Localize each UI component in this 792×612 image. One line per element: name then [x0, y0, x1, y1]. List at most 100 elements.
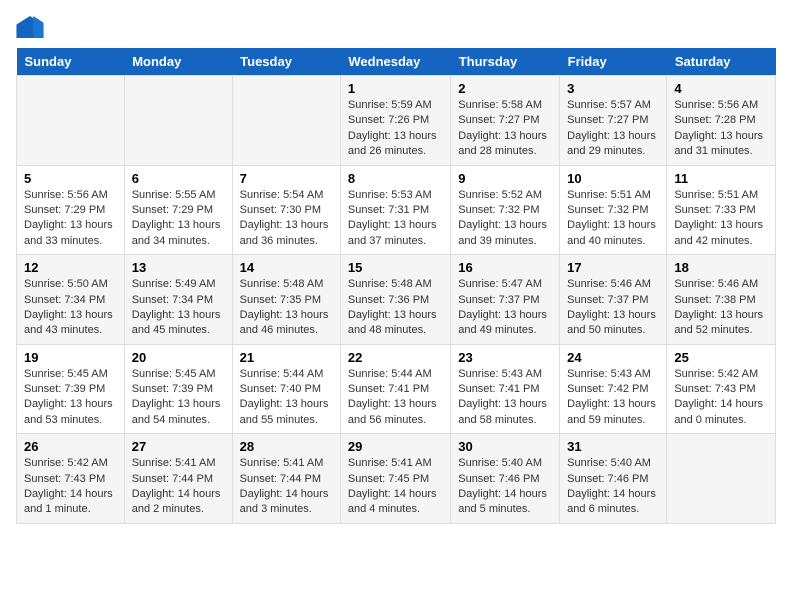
cell-info: Sunrise: 5:42 AM Sunset: 7:43 PM Dayligh… — [674, 367, 768, 429]
cell-info: Sunrise: 5:47 AM Sunset: 7:37 PM Dayligh… — [458, 277, 552, 339]
calendar-cell: 7Sunrise: 5:54 AM Sunset: 7:30 PM Daylig… — [232, 165, 340, 255]
day-number: 27 — [132, 439, 225, 454]
cell-info: Sunrise: 5:48 AM Sunset: 7:36 PM Dayligh… — [348, 277, 443, 339]
cell-info: Sunrise: 5:41 AM Sunset: 7:45 PM Dayligh… — [348, 456, 443, 518]
calendar-cell: 13Sunrise: 5:49 AM Sunset: 7:34 PM Dayli… — [124, 255, 232, 345]
calendar-cell: 1 Sunrise: 5:59 AM Sunset: 7:26 PM Daylig… — [340, 76, 450, 166]
calendar-cell: 14Sunrise: 5:48 AM Sunset: 7:35 PM Dayli… — [232, 255, 340, 345]
cell-info: Sunrise: 5:42 AM Sunset: 7:43 PM Dayligh… — [24, 456, 117, 518]
calendar-cell: 12Sunrise: 5:50 AM Sunset: 7:34 PM Dayli… — [17, 255, 125, 345]
cell-info: Sunrise: 5:55 AM Sunset: 7:29 PM Dayligh… — [132, 188, 225, 250]
weekday-header-friday: Friday — [560, 48, 667, 76]
day-number: 7 — [240, 171, 333, 186]
day-number: 17 — [567, 260, 659, 275]
day-number: 18 — [674, 260, 768, 275]
cell-info: Sunrise: 5:41 AM Sunset: 7:44 PM Dayligh… — [132, 456, 225, 518]
calendar-cell: 22Sunrise: 5:44 AM Sunset: 7:41 PM Dayli… — [340, 344, 450, 434]
calendar-cell: 6 Sunrise: 5:55 AM Sunset: 7:29 PM Daylig… — [124, 165, 232, 255]
calendar-cell: 19 Sunrise: 5:45 AM Sunset: 7:39 PM Dayli… — [17, 344, 125, 434]
day-number: 19 — [24, 350, 117, 365]
calendar-cell: 21 Sunrise: 5:44 AM Sunset: 7:40 PM Dayli… — [232, 344, 340, 434]
day-number: 28 — [240, 439, 333, 454]
calendar-cell: 18 Sunrise: 5:46 AM Sunset: 7:38 PM Dayli… — [667, 255, 776, 345]
day-number: 5 — [24, 171, 117, 186]
cell-info: Sunrise: 5:57 AM Sunset: 7:27 PM Dayligh… — [567, 98, 659, 160]
cell-info: Sunrise: 5:51 AM Sunset: 7:33 PM Dayligh… — [674, 188, 768, 250]
calendar-cell: 20 Sunrise: 5:45 AM Sunset: 7:39 PM Dayli… — [124, 344, 232, 434]
calendar-cell: 3 Sunrise: 5:57 AM Sunset: 7:27 PM Daylig… — [560, 76, 667, 166]
day-number: 9 — [458, 171, 552, 186]
calendar-cell: 5 Sunrise: 5:56 AM Sunset: 7:29 PM Daylig… — [17, 165, 125, 255]
day-number: 30 — [458, 439, 552, 454]
calendar-cell: 10 Sunrise: 5:51 AM Sunset: 7:32 PM Dayli… — [560, 165, 667, 255]
day-number: 4 — [674, 81, 768, 96]
day-number: 1 — [348, 81, 443, 96]
calendar-cell: 4 Sunrise: 5:56 AM Sunset: 7:28 PM Daylig… — [667, 76, 776, 166]
weekday-header-monday: Monday — [124, 48, 232, 76]
calendar-cell: 8Sunrise: 5:53 AM Sunset: 7:31 PM Daylig… — [340, 165, 450, 255]
day-number: 16 — [458, 260, 552, 275]
calendar-week-2: 5 Sunrise: 5:56 AM Sunset: 7:29 PM Daylig… — [17, 165, 776, 255]
calendar-cell: 17Sunrise: 5:46 AM Sunset: 7:37 PM Dayli… — [560, 255, 667, 345]
calendar-cell: 27 Sunrise: 5:41 AM Sunset: 7:44 PM Dayli… — [124, 434, 232, 524]
weekday-header-saturday: Saturday — [667, 48, 776, 76]
weekday-header-sunday: Sunday — [17, 48, 125, 76]
day-number: 26 — [24, 439, 117, 454]
cell-info: Sunrise: 5:50 AM Sunset: 7:34 PM Dayligh… — [24, 277, 117, 339]
calendar-cell — [124, 76, 232, 166]
calendar-week-5: 26 Sunrise: 5:42 AM Sunset: 7:43 PM Dayli… — [17, 434, 776, 524]
cell-info: Sunrise: 5:43 AM Sunset: 7:42 PM Dayligh… — [567, 367, 659, 429]
cell-info: Sunrise: 5:58 AM Sunset: 7:27 PM Dayligh… — [458, 98, 552, 160]
cell-info: Sunrise: 5:52 AM Sunset: 7:32 PM Dayligh… — [458, 188, 552, 250]
calendar-cell: 28 Sunrise: 5:41 AM Sunset: 7:44 PM Dayli… — [232, 434, 340, 524]
calendar-cell: 15 Sunrise: 5:48 AM Sunset: 7:36 PM Dayli… — [340, 255, 450, 345]
cell-info: Sunrise: 5:40 AM Sunset: 7:46 PM Dayligh… — [567, 456, 659, 518]
cell-info: Sunrise: 5:45 AM Sunset: 7:39 PM Dayligh… — [24, 367, 117, 429]
day-number: 11 — [674, 171, 768, 186]
cell-info: Sunrise: 5:45 AM Sunset: 7:39 PM Dayligh… — [132, 367, 225, 429]
day-number: 3 — [567, 81, 659, 96]
day-number: 14 — [240, 260, 333, 275]
day-number: 24 — [567, 350, 659, 365]
calendar-cell: 2 Sunrise: 5:58 AM Sunset: 7:27 PM Daylig… — [451, 76, 560, 166]
day-number: 25 — [674, 350, 768, 365]
cell-info: Sunrise: 5:44 AM Sunset: 7:40 PM Dayligh… — [240, 367, 333, 429]
calendar-table: SundayMondayTuesdayWednesdayThursdayFrid… — [16, 48, 776, 524]
logo — [16, 16, 48, 38]
day-number: 20 — [132, 350, 225, 365]
cell-info: Sunrise: 5:51 AM Sunset: 7:32 PM Dayligh… — [567, 188, 659, 250]
calendar-cell: 24 Sunrise: 5:43 AM Sunset: 7:42 PM Dayli… — [560, 344, 667, 434]
day-number: 23 — [458, 350, 552, 365]
calendar-cell: 25 Sunrise: 5:42 AM Sunset: 7:43 PM Dayli… — [667, 344, 776, 434]
weekday-header-thursday: Thursday — [451, 48, 560, 76]
cell-info: Sunrise: 5:44 AM Sunset: 7:41 PM Dayligh… — [348, 367, 443, 429]
calendar-cell: 9 Sunrise: 5:52 AM Sunset: 7:32 PM Daylig… — [451, 165, 560, 255]
cell-info: Sunrise: 5:41 AM Sunset: 7:44 PM Dayligh… — [240, 456, 333, 518]
cell-info: Sunrise: 5:40 AM Sunset: 7:46 PM Dayligh… — [458, 456, 552, 518]
calendar-cell: 26 Sunrise: 5:42 AM Sunset: 7:43 PM Dayli… — [17, 434, 125, 524]
day-number: 2 — [458, 81, 552, 96]
weekday-header-row: SundayMondayTuesdayWednesdayThursdayFrid… — [17, 48, 776, 76]
calendar-cell: 23Sunrise: 5:43 AM Sunset: 7:41 PM Dayli… — [451, 344, 560, 434]
cell-info: Sunrise: 5:46 AM Sunset: 7:38 PM Dayligh… — [674, 277, 768, 339]
weekday-header-wednesday: Wednesday — [340, 48, 450, 76]
calendar-cell: 30 Sunrise: 5:40 AM Sunset: 7:46 PM Dayli… — [451, 434, 560, 524]
cell-info: Sunrise: 5:56 AM Sunset: 7:29 PM Dayligh… — [24, 188, 117, 250]
day-number: 15 — [348, 260, 443, 275]
day-number: 13 — [132, 260, 225, 275]
calendar-cell: 11 Sunrise: 5:51 AM Sunset: 7:33 PM Dayli… — [667, 165, 776, 255]
page-header — [16, 16, 776, 38]
cell-info: Sunrise: 5:53 AM Sunset: 7:31 PM Dayligh… — [348, 188, 443, 250]
cell-info: Sunrise: 5:59 AM Sunset: 7:26 PM Dayligh… — [348, 98, 443, 160]
day-number: 29 — [348, 439, 443, 454]
calendar-cell: 16 Sunrise: 5:47 AM Sunset: 7:37 PM Dayli… — [451, 255, 560, 345]
day-number: 6 — [132, 171, 225, 186]
day-number: 21 — [240, 350, 333, 365]
calendar-cell: 29 Sunrise: 5:41 AM Sunset: 7:45 PM Dayli… — [340, 434, 450, 524]
calendar-cell — [17, 76, 125, 166]
calendar-cell — [232, 76, 340, 166]
calendar-cell: 31Sunrise: 5:40 AM Sunset: 7:46 PM Dayli… — [560, 434, 667, 524]
cell-info: Sunrise: 5:56 AM Sunset: 7:28 PM Dayligh… — [674, 98, 768, 160]
calendar-cell — [667, 434, 776, 524]
day-number: 10 — [567, 171, 659, 186]
